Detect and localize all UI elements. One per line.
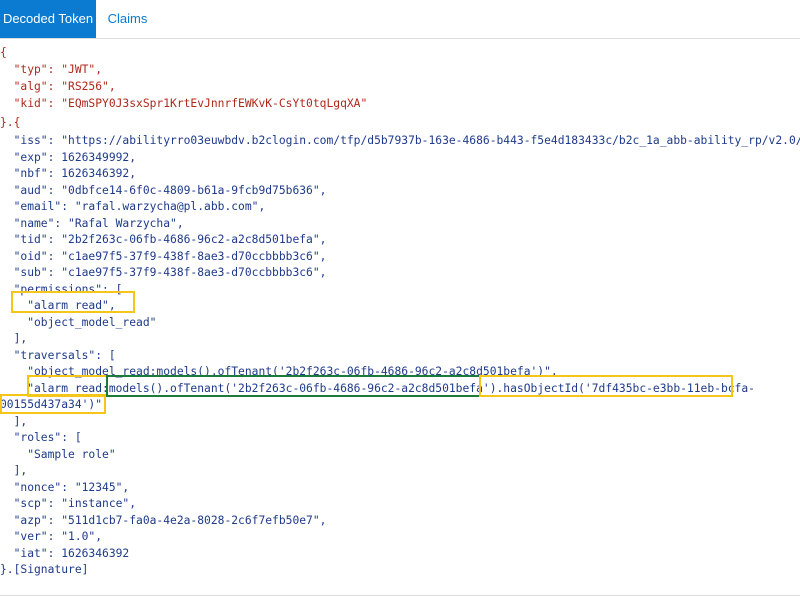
header-typ: "typ": "JWT",	[0, 63, 103, 76]
signature-close: }.[Signature]	[0, 563, 89, 576]
header-open-brace: {	[0, 46, 7, 59]
claim-iss: "iss": "https://abilityrro03euwbdv.b2clo…	[0, 134, 800, 147]
claim-ver: "ver": "1.0",	[0, 530, 103, 543]
token-tabs: Decoded Token Claims	[0, 0, 800, 39]
claim-roles-close: ],	[0, 464, 28, 477]
claim-permissions-close: ],	[0, 332, 28, 345]
claim-traversals-close: ],	[0, 415, 28, 428]
claim-name: "name": "Rafal Warzycha",	[0, 217, 184, 230]
claim-iat: "iat": 1626346392	[0, 547, 130, 560]
claim-exp: "exp": 1626349992,	[0, 151, 137, 164]
claim-nbf: "nbf": 1626346392,	[0, 167, 137, 180]
claim-sub: "sub": "c1ae97f5-37f9-438f-8ae3-d70ccbbb…	[0, 266, 327, 279]
claim-nonce: "nonce": "12345",	[0, 481, 130, 494]
highlight-alarm-read-permission	[11, 291, 135, 313]
tab-claims[interactable]: Claims	[100, 0, 155, 38]
header-kid: "kid": "EQmSPY0J3sxSpr1KrtEvJnnrfEWKvK-C…	[0, 97, 368, 110]
claim-oid: "oid": "c1ae97f5-37f9-438f-8ae3-d70ccbbb…	[0, 250, 327, 263]
claim-scp: "scp": "instance",	[0, 497, 137, 510]
header-alg: "alg": "RS256",	[0, 80, 116, 93]
highlight-hasobjectid-continued	[0, 394, 106, 414]
claim-tid: "tid": "2b2f263c-06fb-4686-96c2-a2c8d501…	[0, 233, 327, 246]
claim-azp: "azp": "511d1cb7-fa0a-4e2a-8028-2c6f7efb…	[0, 514, 327, 527]
claim-aud: "aud": "0dbfce14-6f0c-4809-b61a-9fcb9d75…	[0, 184, 327, 197]
claim-email: "email": "rafal.warzycha@pl.abb.com",	[0, 200, 266, 213]
highlight-hasobjectid	[479, 375, 733, 397]
permission-item: "object_model_read"	[0, 316, 157, 329]
claim-traversals-open: "traversals": [	[0, 349, 116, 362]
claim-roles-open: "roles": [	[0, 431, 82, 444]
header-close: }.{	[0, 116, 21, 129]
bottom-divider	[0, 595, 800, 596]
highlight-models-oftenant	[106, 375, 481, 397]
tab-decoded-token[interactable]: Decoded Token	[0, 0, 96, 38]
role-item: "Sample role"	[0, 448, 116, 461]
